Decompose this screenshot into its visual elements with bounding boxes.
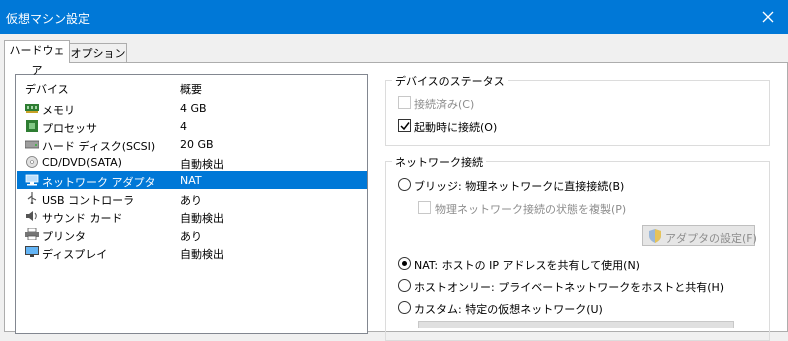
device-name: メモリ [42,104,75,117]
cd-dvd-icon [26,156,38,168]
device-status-title: デバイスのステータス [392,73,508,89]
usb-icon [27,192,37,204]
tab-options-label: オプション [70,47,126,60]
custom-network-dropdown[interactable] [418,321,734,328]
radio-selected-dot [402,261,407,266]
device-row-hard-disk[interactable]: ハード ディスク(SCSI) 20 GB [17,135,367,153]
device-summary: 4 [180,120,187,133]
device-row-memory[interactable]: メモリ 4 GB [17,99,367,117]
hard-disk-icon [25,140,39,149]
column-header-summary[interactable]: 概要 [180,81,202,97]
custom-label: カスタム: 特定の仮想ネットワーク(U) [414,303,603,316]
device-summary: NAT [180,174,202,187]
tab-hardware[interactable]: ハードウェア [4,40,70,77]
device-name: プロセッサ [42,122,97,135]
column-header-device[interactable]: デバイス [25,81,69,97]
device-row-cd-dvd[interactable]: CD/DVD(SATA) 自動検出 [17,153,367,171]
adapter-settings-label: アダプタの設定(F) [665,232,757,245]
tab-options[interactable]: オプション [69,43,127,63]
printer-icon [25,228,39,240]
bridged-radio[interactable] [398,178,411,191]
replicate-state-label: 物理ネットワーク接続の状態を複製(P) [435,203,627,216]
device-row-sound-card[interactable]: サウンド カード 自動検出 [17,207,367,225]
device-summary: あり [180,230,202,243]
checkmark-icon [400,122,410,131]
close-button[interactable] [748,0,788,34]
tab-strip: ハードウェア オプション [0,38,788,77]
device-summary: 自動検出 [180,212,224,225]
display-icon [25,246,39,257]
device-row-display[interactable]: ディスプレイ 自動検出 [17,243,367,261]
speaker-icon [26,211,37,221]
window-title: 仮想マシン設定 [6,12,91,26]
connected-checkbox[interactable] [398,96,411,109]
memory-icon [25,104,39,113]
device-name: プリンタ [42,230,86,243]
bridged-label: ブリッジ: 物理ネットワークに直接接続(B) [414,180,625,193]
host-only-radio[interactable] [398,279,411,292]
device-summary: あり [180,194,202,207]
network-connection-title: ネットワーク接続 [392,154,486,170]
title-bar: 仮想マシン設定 [0,0,788,34]
close-icon [762,11,774,23]
device-list[interactable]: デバイス 概要 メモリ 4 GB プロセッサ 4 ハード ディスク(SCSI) … [15,74,368,334]
connect-at-power-on-label: 起動時に接続(O) [414,121,498,134]
device-list-header: デバイス 概要 [16,79,367,97]
device-row-usb-controller[interactable]: USB コントローラ あり [17,189,367,207]
device-status-group: デバイスのステータス [385,73,770,146]
device-name: USB コントローラ [42,194,135,207]
replicate-state-checkbox[interactable] [418,201,431,214]
device-name: ネットワーク アダプタ [42,176,156,189]
device-name: ディスプレイ [42,248,108,261]
device-name: CD/DVD(SATA) [42,156,122,169]
connect-at-power-on-checkbox[interactable] [398,119,411,132]
device-summary: 20 GB [180,138,214,151]
processor-icon [26,120,38,132]
device-summary: 4 GB [180,102,207,115]
nat-label: NAT: ホストの IP アドレスを共有して使用(N) [414,259,640,272]
connected-label: 接続済み(C) [414,98,475,111]
device-name: サウンド カード [42,212,123,225]
custom-radio[interactable] [398,301,411,314]
shield-icon [649,229,661,243]
device-row-network-adapter[interactable]: ネットワーク アダプタ NAT [17,171,367,189]
device-summary: 自動検出 [180,158,224,171]
nat-radio[interactable] [398,257,411,270]
host-only-label: ホストオンリー: プライベートネットワークをホストと共有(H) [414,281,725,294]
device-row-printer[interactable]: プリンタ あり [17,225,367,243]
device-row-processor[interactable]: プロセッサ 4 [17,117,367,135]
network-adapter-icon [25,174,39,186]
device-name: ハード ディスク(SCSI) [42,140,156,153]
adapter-settings-button[interactable]: アダプタの設定(F) [642,225,757,246]
device-summary: 自動検出 [180,248,224,261]
